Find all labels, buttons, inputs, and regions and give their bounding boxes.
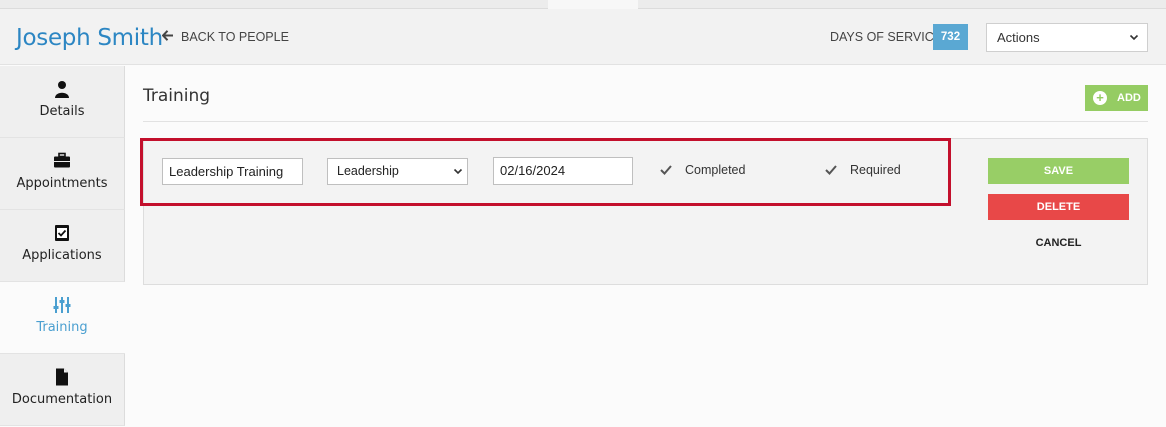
plus-circle-icon: + xyxy=(1093,91,1107,105)
checkmark-icon xyxy=(659,163,673,177)
back-link-label: BACK TO PEOPLE xyxy=(181,30,289,44)
chevron-down-icon xyxy=(1129,24,1139,60)
section-title: Training xyxy=(143,86,211,106)
sidebar-item-training[interactable]: Training xyxy=(0,282,125,354)
add-button[interactable]: + ADD xyxy=(1085,85,1148,111)
category-select-value: Leadership xyxy=(337,164,399,178)
sidebar-item-label: Details xyxy=(39,104,85,119)
top-tab xyxy=(548,0,638,9)
required-label: Required xyxy=(850,163,901,177)
sidebar-item-details[interactable]: Details xyxy=(0,66,125,138)
days-of-service-badge: 732 xyxy=(933,24,968,50)
person-icon xyxy=(53,80,71,98)
browser-top-strip xyxy=(0,0,1166,9)
briefcase-icon xyxy=(53,152,71,170)
training-category-select[interactable]: Leadership xyxy=(327,158,468,185)
page-header: Joseph Smith BACK TO PEOPLE DAYS OF SERV… xyxy=(0,9,1166,65)
person-name: Joseph Smith xyxy=(16,25,163,51)
sliders-icon xyxy=(53,296,71,314)
sidebar-item-label: Appointments xyxy=(16,176,108,191)
sidebar-item-label: Documentation xyxy=(11,392,113,407)
add-button-label: ADD xyxy=(1117,92,1141,104)
days-of-service-label: DAYS OF SERVICE xyxy=(830,30,943,44)
back-to-people-link[interactable]: BACK TO PEOPLE xyxy=(161,30,289,44)
cancel-button[interactable]: CANCEL xyxy=(988,230,1129,256)
completed-label: Completed xyxy=(685,163,746,177)
document-icon xyxy=(53,368,71,386)
sidebar-item-appointments[interactable]: Appointments xyxy=(0,138,125,210)
sidebar: Details Appointments Applications Traini… xyxy=(0,66,125,427)
training-date-input[interactable]: 02/16/2024 xyxy=(493,157,633,185)
required-checkbox[interactable]: Required xyxy=(824,163,901,177)
actions-dropdown[interactable]: Actions xyxy=(986,23,1148,52)
checklist-icon xyxy=(53,224,71,242)
arrow-left-icon xyxy=(161,30,174,44)
chevron-down-icon xyxy=(453,159,463,193)
sidebar-item-documentation[interactable]: Documentation xyxy=(0,354,125,426)
divider xyxy=(143,121,1148,122)
actions-dropdown-label: Actions xyxy=(997,30,1040,45)
delete-button[interactable]: DELETE xyxy=(988,194,1129,220)
sidebar-item-applications[interactable]: Applications xyxy=(0,210,125,282)
training-name-input[interactable]: Leadership Training xyxy=(162,158,303,185)
save-button[interactable]: SAVE xyxy=(988,158,1129,184)
sidebar-item-label: Applications xyxy=(22,248,102,263)
completed-checkbox[interactable]: Completed xyxy=(659,163,745,177)
checkmark-icon xyxy=(824,163,838,177)
sidebar-item-label: Training xyxy=(36,320,88,335)
